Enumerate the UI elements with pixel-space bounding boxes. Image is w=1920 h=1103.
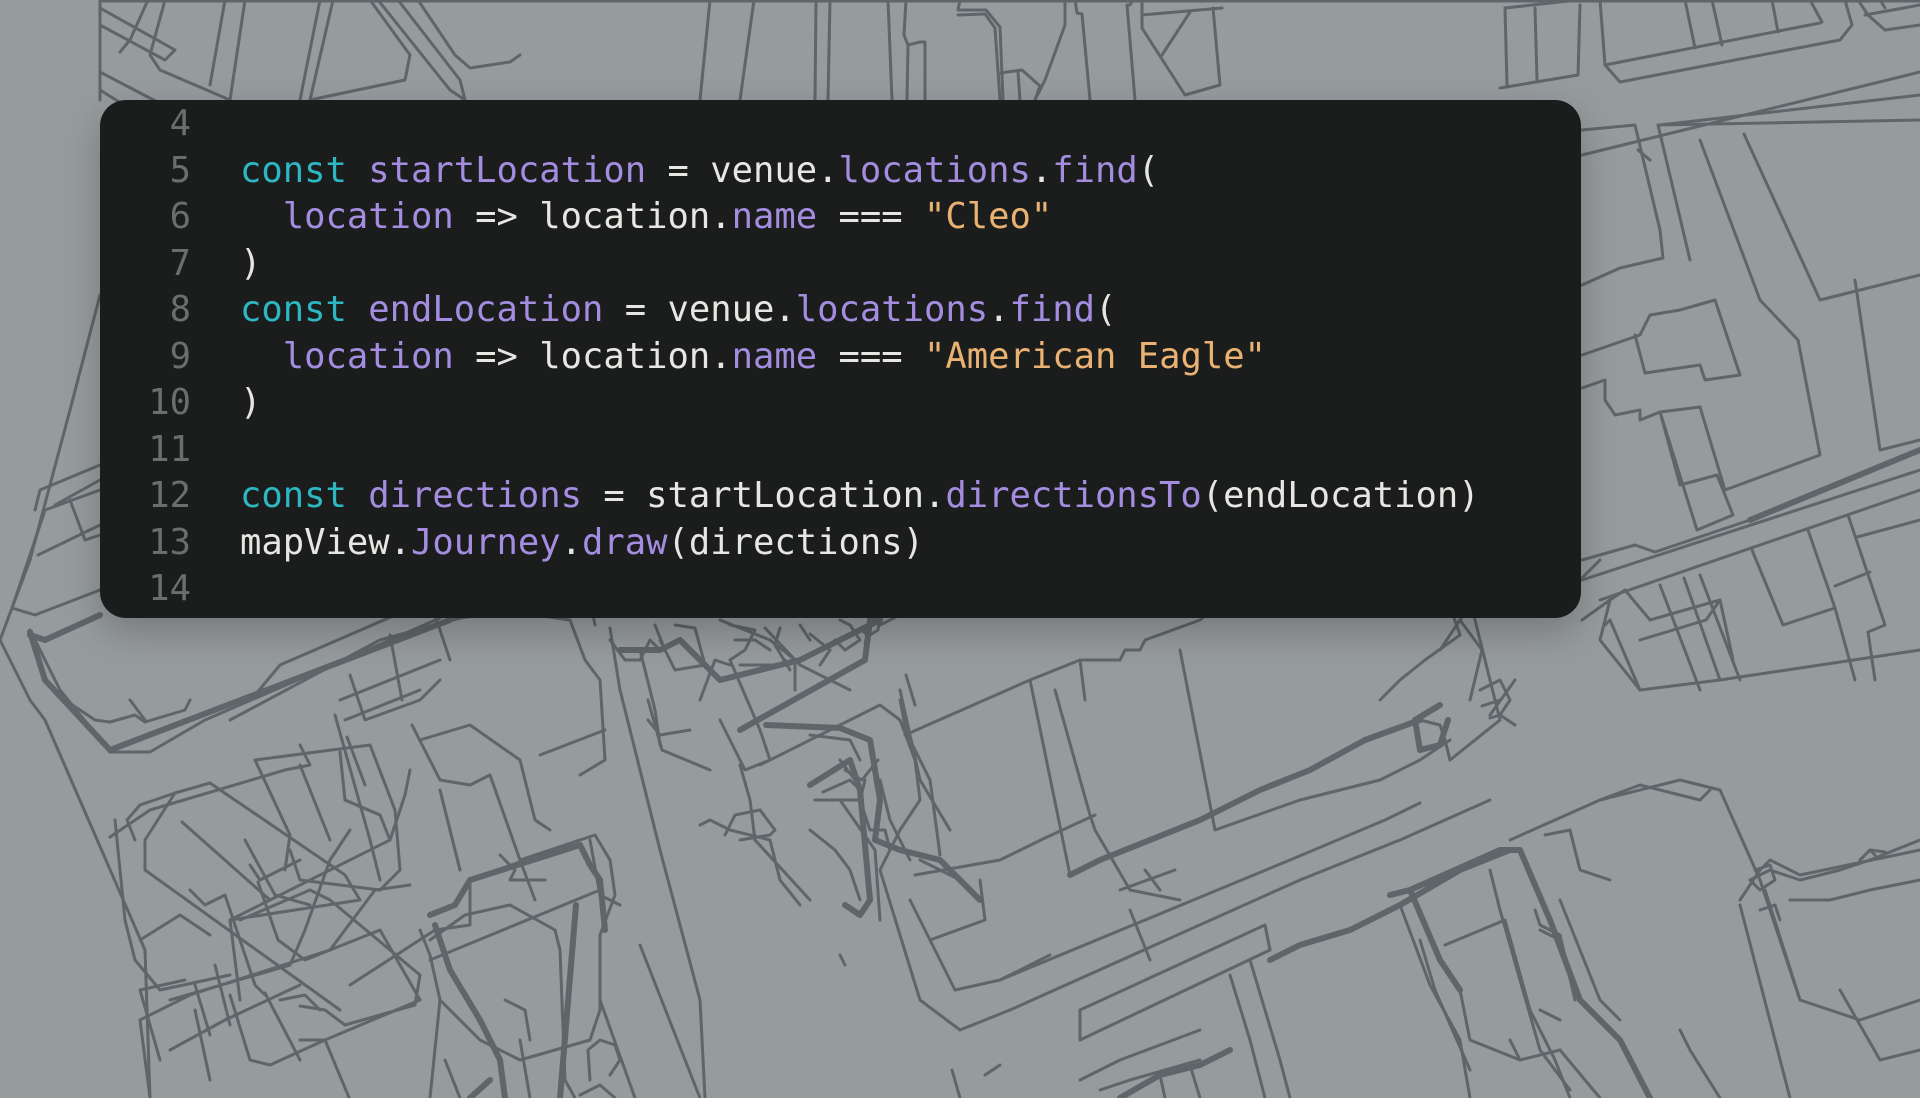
line-number: 6 [169, 196, 191, 237]
property-token: locations [838, 149, 1031, 191]
text-token: = startLocation. [581, 475, 946, 516]
code-line: 6 location => location.name === "Cleo" [100, 194, 1581, 240]
property-token: name [731, 196, 818, 237]
text-token: === [817, 196, 924, 237]
identifier-token: endLocation [368, 289, 604, 330]
line-code: const endLocation = venue.locations.find… [240, 287, 1116, 333]
line-number: 4 [169, 103, 191, 144]
text-token: ) [240, 382, 262, 423]
code-line: 14 [100, 566, 1581, 612]
text-token: ) [240, 242, 262, 284]
identifier-token: startLocation [368, 149, 647, 191]
code-line: 5 const startLocation = venue.locations.f… [100, 148, 1581, 194]
line-number: 5 [169, 149, 191, 191]
line-number: 8 [169, 289, 191, 330]
line-number: 7 [169, 242, 191, 284]
keyword-token: const [240, 289, 347, 330]
line-number: 10 [148, 382, 191, 423]
map-blocks-right [1580, 70, 1920, 692]
property-token: name [731, 335, 818, 377]
string-token: "Cleo" [923, 196, 1053, 237]
code-line: 4 [100, 101, 1581, 147]
line-code: ) [240, 241, 261, 287]
property-token: locations [795, 289, 989, 330]
text-token: = venue. [603, 289, 796, 330]
text-token: . [1030, 149, 1053, 191]
property-token: find [1009, 289, 1095, 330]
text-token: ( [1137, 149, 1160, 191]
code-snippet-panel: 4 5 const startLocation = venue.locations.… [100, 100, 1581, 618]
line-number: 9 [169, 335, 191, 377]
line-code: location => location.name === "American … [240, 334, 1266, 380]
line-number: 12 [148, 475, 191, 516]
keyword-token: const [240, 475, 347, 516]
map-frame [98, 0, 1920, 102]
line-code: location => location.name === "Cleo" [240, 194, 1052, 240]
code-line: 12 const directions = startLocation.direc… [100, 473, 1581, 519]
text-token: (endLocation) [1201, 475, 1480, 516]
string-token: "American Eagle" [923, 335, 1266, 377]
code-line: 13 mapView.Journey.draw(directions) [100, 520, 1581, 566]
line-number: 11 [148, 428, 191, 470]
code-line: 8 const endLocation = venue.locations.fin… [100, 287, 1581, 333]
code-line: 9 location => location.name === "America… [100, 334, 1581, 380]
text-token: = venue. [646, 149, 839, 191]
text-token: . [560, 521, 582, 563]
text-token: => location. [453, 335, 732, 377]
line-number: 13 [148, 521, 191, 563]
code-line: 10) [100, 380, 1581, 426]
text-token: mapView. [240, 521, 411, 563]
line-number: 14 [148, 568, 191, 609]
text-token: === [817, 335, 924, 377]
line-code: mapView.Journey.draw(directions) [240, 520, 924, 566]
identifier-token: location [282, 196, 454, 237]
line-code: const startLocation = venue.locations.fi… [240, 148, 1159, 194]
text-token: => location. [453, 196, 732, 237]
property-token: find [1052, 149, 1138, 191]
text-token: . [988, 289, 1010, 330]
line-code: const directions = startLocation.directi… [240, 473, 1480, 519]
property-token: directionsTo [945, 475, 1202, 516]
text-token: ( [1094, 289, 1117, 330]
code-line: 7) [100, 241, 1581, 287]
line-code: ) [240, 380, 261, 426]
property-token: Journey [410, 521, 561, 563]
identifier-token: directions [368, 475, 582, 516]
keyword-token: const [240, 149, 347, 191]
identifier-token: location [282, 335, 454, 377]
text-token: (directions) [667, 521, 924, 563]
code-line: 11 [100, 427, 1581, 473]
property-token: draw [581, 521, 668, 563]
